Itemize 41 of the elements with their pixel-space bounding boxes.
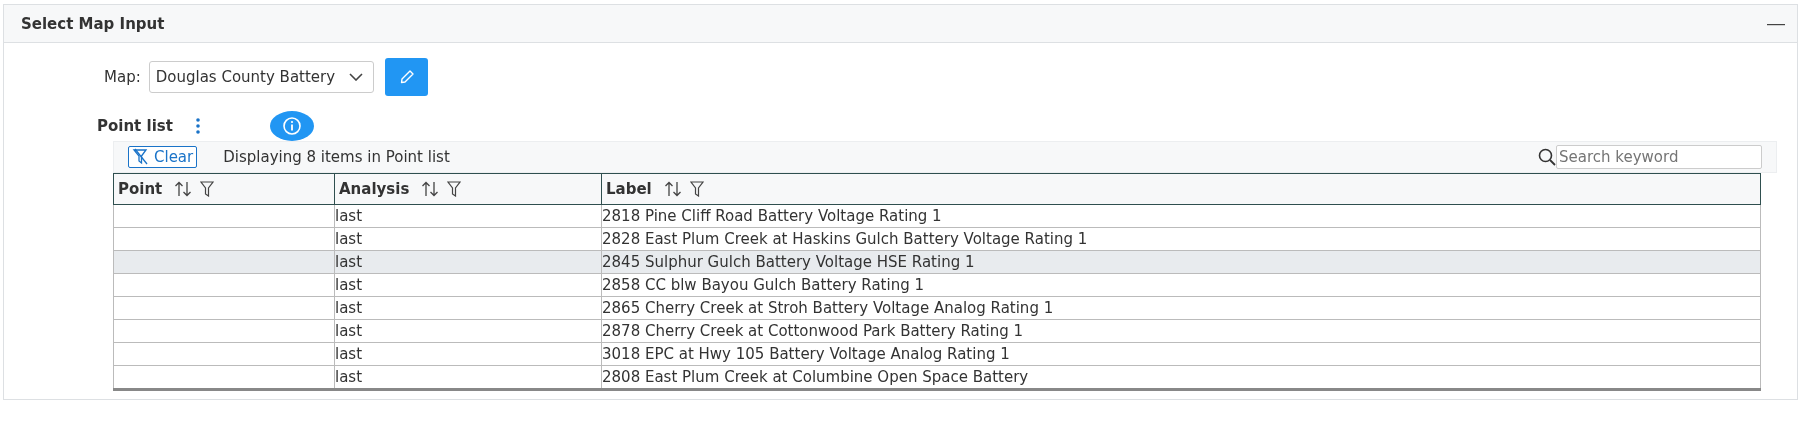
sort-icon[interactable] bbox=[663, 181, 682, 197]
column-header[interactable]: Label bbox=[601, 173, 1761, 205]
table-cell: 2878 Cherry Creek at Cottonwood Park Battery Rating 1 bbox=[602, 322, 1024, 340]
map-dropdown[interactable]: Douglas County Battery bbox=[148, 61, 375, 93]
filter-icon[interactable] bbox=[200, 181, 215, 197]
collapse-button[interactable]: — bbox=[1755, 13, 1797, 34]
map-label: Map: bbox=[104, 68, 141, 86]
table-cell: last bbox=[335, 207, 363, 225]
clear-filter-button[interactable]: Clear bbox=[128, 146, 198, 168]
table-cell: last bbox=[335, 230, 363, 248]
filter-icon[interactable] bbox=[689, 181, 704, 197]
filter-icon[interactable] bbox=[447, 181, 462, 197]
table-cell: 2858 CC blw Bayou Gulch Battery Rating 1 bbox=[602, 276, 924, 294]
table-cell: 2865 Cherry Creek at Stroh Battery Voltage Analog Rating 1 bbox=[602, 299, 1054, 317]
edit-button[interactable] bbox=[385, 58, 429, 96]
table-cell: last bbox=[335, 299, 363, 317]
chevron-down-icon bbox=[349, 73, 364, 81]
table-cell: last bbox=[335, 276, 363, 294]
table-cell: last bbox=[335, 345, 363, 363]
sort-icon[interactable] bbox=[421, 181, 440, 197]
table-cell: 2808 East Plum Creek at Columbine Open Space Battery bbox=[602, 368, 1029, 386]
info-button[interactable] bbox=[269, 111, 314, 141]
table-cell: 2828 East Plum Creek at Haskins Gulch Battery Voltage Rating 1 bbox=[602, 230, 1088, 248]
table-cell: 2845 Sulphur Gulch Battery Voltage HSE Rating 1 bbox=[602, 253, 975, 271]
table-cell: 2818 Pine Cliff Road Battery Voltage Rating 1 bbox=[602, 207, 942, 225]
info-icon bbox=[281, 116, 302, 136]
sort-icon[interactable] bbox=[174, 181, 193, 197]
search-icon bbox=[1538, 148, 1556, 166]
point-list-title: Point list bbox=[97, 117, 173, 135]
table-cell: last bbox=[335, 253, 363, 271]
column-header[interactable]: Analysis bbox=[334, 173, 602, 205]
table-cell: last bbox=[335, 368, 363, 386]
filter-clear-icon bbox=[132, 148, 150, 166]
pencil-icon bbox=[398, 69, 415, 85]
table-cell: 3018 EPC at Hwy 105 Battery Voltage Analog Rating 1 bbox=[602, 345, 1010, 363]
panel-title: Select Map Input bbox=[21, 14, 165, 33]
search-field[interactable]: Search keyword bbox=[1556, 145, 1762, 169]
more-options-icon[interactable] bbox=[194, 117, 201, 135]
column-header[interactable]: Point bbox=[113, 173, 335, 205]
item-count-text: Displaying 8 items in Point list bbox=[223, 148, 450, 166]
table-cell: last bbox=[335, 322, 363, 340]
